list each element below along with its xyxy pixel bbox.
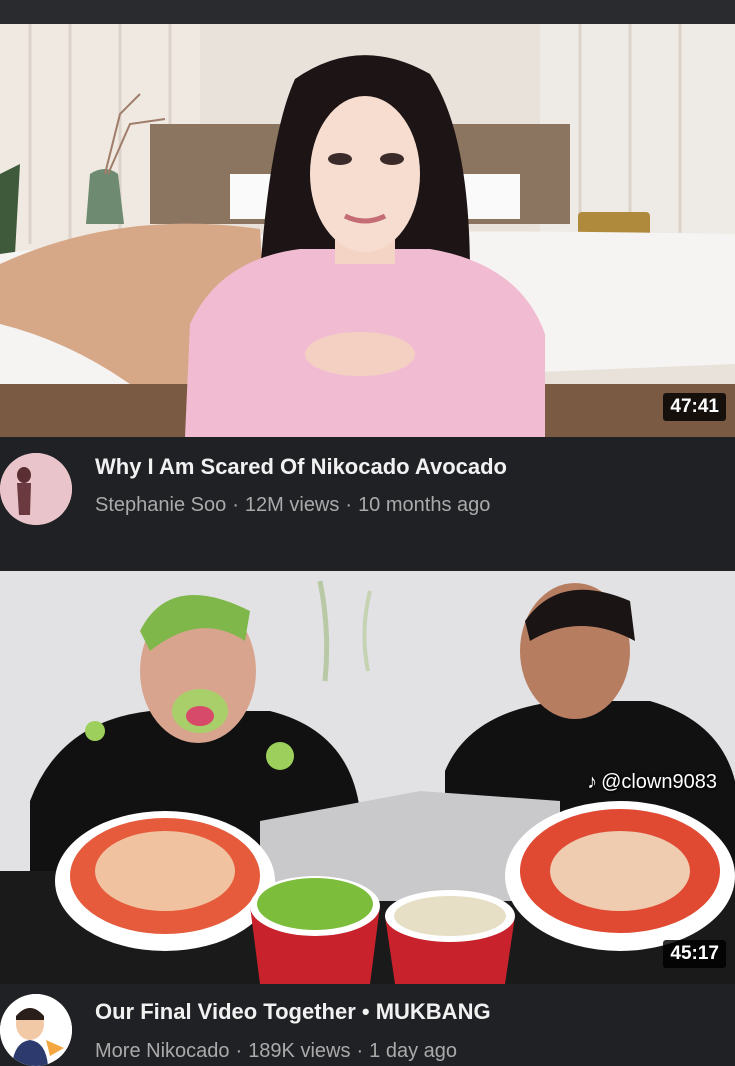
video-subtitle: More Nikocado · 189K views · 1 day ago (95, 1040, 457, 1063)
upload-age: 10 months ago (358, 494, 491, 516)
separator: · (345, 494, 353, 516)
separator: · (235, 1040, 243, 1062)
video-thumbnail-1[interactable]: 47:41 (0, 24, 735, 437)
separator: · (232, 494, 239, 516)
upload-age: 1 day ago (369, 1040, 457, 1062)
thumbnail-image-1 (0, 24, 735, 437)
channel-avatar[interactable] (0, 994, 72, 1066)
video-duration-badge: 47:41 (663, 393, 726, 421)
video-info-2[interactable]: Our Final Video Together • MUKBANG More … (0, 984, 735, 1066)
avatar-image (0, 994, 72, 1066)
channel-name[interactable]: More Nikocado (95, 1040, 230, 1062)
video-title[interactable]: Our Final Video Together • MUKBANG (95, 999, 491, 1025)
watermark-handle: @clown9083 (601, 771, 717, 793)
video-info-1[interactable]: Why I Am Scared Of Nikocado Avocado Step… (0, 437, 735, 571)
view-count: 12M views (244, 494, 340, 516)
video-title[interactable]: Why I Am Scared Of Nikocado Avocado (95, 454, 507, 480)
video-subtitle: Stephanie Soo · 12M views · 10 months ago (95, 494, 490, 517)
tiktok-icon: ♪ (587, 771, 598, 793)
view-count: 189K views (248, 1040, 351, 1062)
video-thumbnail-2[interactable]: ♪ @clown9083 45:17 (0, 571, 735, 984)
avatar-image (0, 453, 72, 525)
top-bar (0, 0, 735, 24)
video-duration-badge: 45:17 (663, 940, 726, 968)
channel-avatar[interactable] (0, 453, 72, 525)
separator: · (356, 1040, 364, 1062)
channel-name[interactable]: Stephanie Soo (95, 494, 226, 516)
tiktok-watermark: ♪ @clown9083 (587, 771, 717, 794)
